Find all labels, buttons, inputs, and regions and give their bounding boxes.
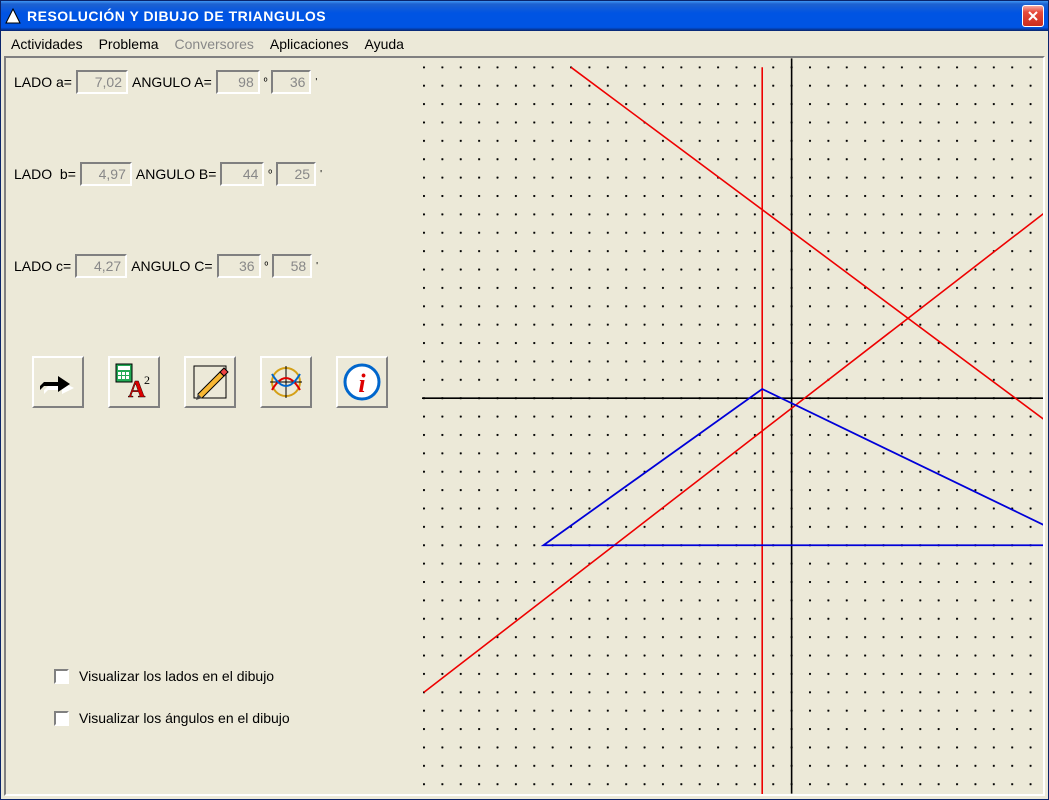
show-angles-checkbox[interactable] xyxy=(54,711,69,726)
arrow-icon xyxy=(40,364,76,400)
graph-icon xyxy=(266,362,306,402)
lado-c-label: LADO c= xyxy=(14,258,71,274)
angulo-c-deg-input[interactable]: 36 xyxy=(217,254,261,278)
next-arrow-button[interactable] xyxy=(32,356,84,408)
menu-ayuda[interactable]: Ayuda xyxy=(365,36,404,52)
draw-tool-button[interactable] xyxy=(184,356,236,408)
show-sides-option: Visualizar los lados en el dibujo xyxy=(54,668,414,684)
menu-conversores: Conversores xyxy=(175,36,254,52)
angulo-a-min-input[interactable]: 36 xyxy=(271,70,311,94)
chart-tool-button[interactable] xyxy=(260,356,312,408)
min-a-mark: ' xyxy=(315,77,317,88)
toolbar: A 2 xyxy=(32,356,414,408)
menu-problema[interactable]: Problema xyxy=(99,36,159,52)
lado-b-input[interactable]: 4,97 xyxy=(80,162,132,186)
lado-c-input[interactable]: 4,27 xyxy=(75,254,127,278)
titlebar: RESOLUCIÓN Y DIBUJO DE TRIANGULOS xyxy=(1,1,1048,31)
row-c: LADO c= 4,27 ANGULO C= 36 º 58 ' xyxy=(14,254,414,278)
row-b: LADO b= 4,97 ANGULO B= 44 º 25 ' xyxy=(14,162,414,186)
show-sides-label: Visualizar los lados en el dibujo xyxy=(79,668,274,684)
angulo-b-min-input[interactable]: 25 xyxy=(276,162,316,186)
window-title: RESOLUCIÓN Y DIBUJO DE TRIANGULOS xyxy=(27,8,1022,24)
area-calculator-button[interactable]: A 2 xyxy=(108,356,160,408)
show-sides-checkbox[interactable] xyxy=(54,669,69,684)
deg-c-mark: º xyxy=(265,261,269,272)
deg-a-mark: º xyxy=(264,77,268,88)
angulo-b-deg-input[interactable]: 44 xyxy=(220,162,264,186)
pencil-icon xyxy=(190,362,230,402)
info-icon: i xyxy=(342,362,382,402)
lado-a-input[interactable]: 7,02 xyxy=(76,70,128,94)
display-options: Visualizar los lados en el dibujo Visual… xyxy=(14,668,414,752)
angulo-c-min-input[interactable]: 58 xyxy=(272,254,312,278)
close-button[interactable] xyxy=(1022,5,1044,27)
triangle-icon xyxy=(5,8,21,24)
deg-b-mark: º xyxy=(268,169,272,180)
angulo-a-deg-input[interactable]: 98 xyxy=(216,70,260,94)
input-panel: LADO a= 7,02 ANGULO A= 98 º 36 ' LADO b=… xyxy=(6,58,422,794)
lado-a-label: LADO a= xyxy=(14,74,72,90)
calculator-icon: A 2 xyxy=(114,362,154,402)
min-c-mark: ' xyxy=(316,261,318,272)
info-button[interactable]: i xyxy=(336,356,388,408)
lado-b-label: LADO b= xyxy=(14,166,76,182)
menu-actividades[interactable]: Actividades xyxy=(11,36,83,52)
min-b-mark: ' xyxy=(320,169,322,180)
row-a: LADO a= 7,02 ANGULO A= 98 º 36 ' xyxy=(14,70,414,94)
triangle-plot xyxy=(422,58,1043,794)
svg-text:2: 2 xyxy=(144,373,150,387)
show-angles-option: Visualizar los ángulos en el dibujo xyxy=(54,710,414,726)
show-angles-label: Visualizar los ángulos en el dibujo xyxy=(79,710,290,726)
angulo-c-label: ANGULO C= xyxy=(131,258,212,274)
drawing-canvas[interactable] xyxy=(422,58,1043,794)
angulo-a-label: ANGULO A= xyxy=(132,74,212,90)
svg-text:i: i xyxy=(358,369,366,398)
menu-aplicaciones[interactable]: Aplicaciones xyxy=(270,36,349,52)
angulo-b-label: ANGULO B= xyxy=(136,166,217,182)
close-icon xyxy=(1027,10,1039,22)
menu-bar: Actividades Problema Conversores Aplicac… xyxy=(1,31,1048,56)
